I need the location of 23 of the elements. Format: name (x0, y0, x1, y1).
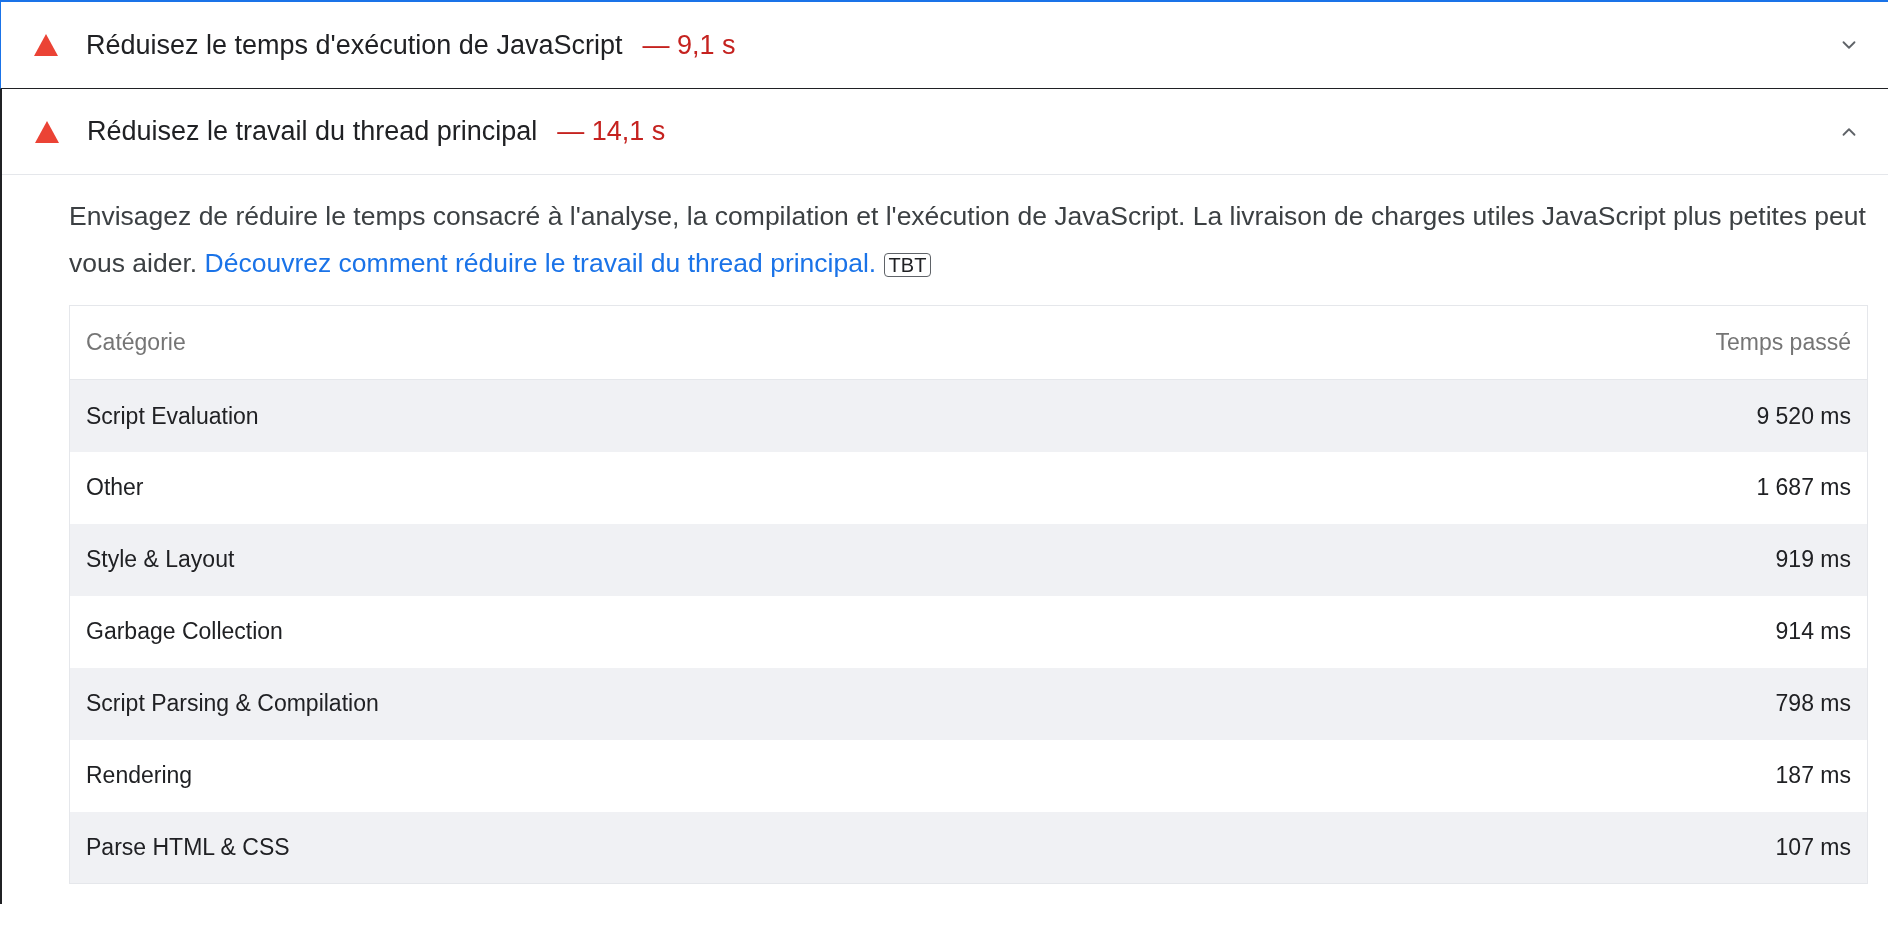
table-cell: Other (86, 474, 144, 501)
column-header: Temps passé (1715, 329, 1851, 356)
table-cell: 9 520 ms (1756, 402, 1851, 429)
warning-triangle-icon (34, 34, 58, 56)
column-header: Catégorie (86, 329, 186, 356)
audit-description: Envisagez de réduire le temps consacré à l'analyse, la compilation et l'exécution de JavaScript. La livraison de charges utiles JavaScript plus petites peut vous aider. Découvrez comment réduire le travail du thread principal. TBT (69, 200, 1867, 280)
table-cell: 1 687 ms (1756, 474, 1851, 501)
table-cell: Style & Layout (86, 546, 235, 573)
table-cell: 107 ms (1775, 834, 1851, 860)
warning-triangle-icon (35, 120, 59, 143)
table-cell: Parse HTML & CSS (86, 834, 290, 860)
table-cell: 798 ms (1775, 690, 1851, 717)
table-cell: 914 ms (1775, 618, 1851, 645)
table-cell: 187 ms (1775, 762, 1851, 789)
audit-header[interactable]: Réduisez le travail du thread principal — 14,1 s (2, 89, 1888, 175)
metric-tag: TBT (883, 253, 932, 277)
learn-more-link[interactable]: Découvrez comment réduire le travail du thread principal. (204, 248, 877, 278)
table-cell: Rendering (86, 762, 193, 789)
table-cell: Script Evaluation (86, 402, 259, 429)
table-cell: Script Parsing & Compilation (86, 690, 379, 717)
audit-header[interactable]: Réduisez le temps d'exécution de JavaScript — 9,1 s (1, 2, 1888, 88)
table-cell: Garbage Collection (86, 618, 283, 645)
table-cell: 919 ms (1775, 546, 1851, 573)
